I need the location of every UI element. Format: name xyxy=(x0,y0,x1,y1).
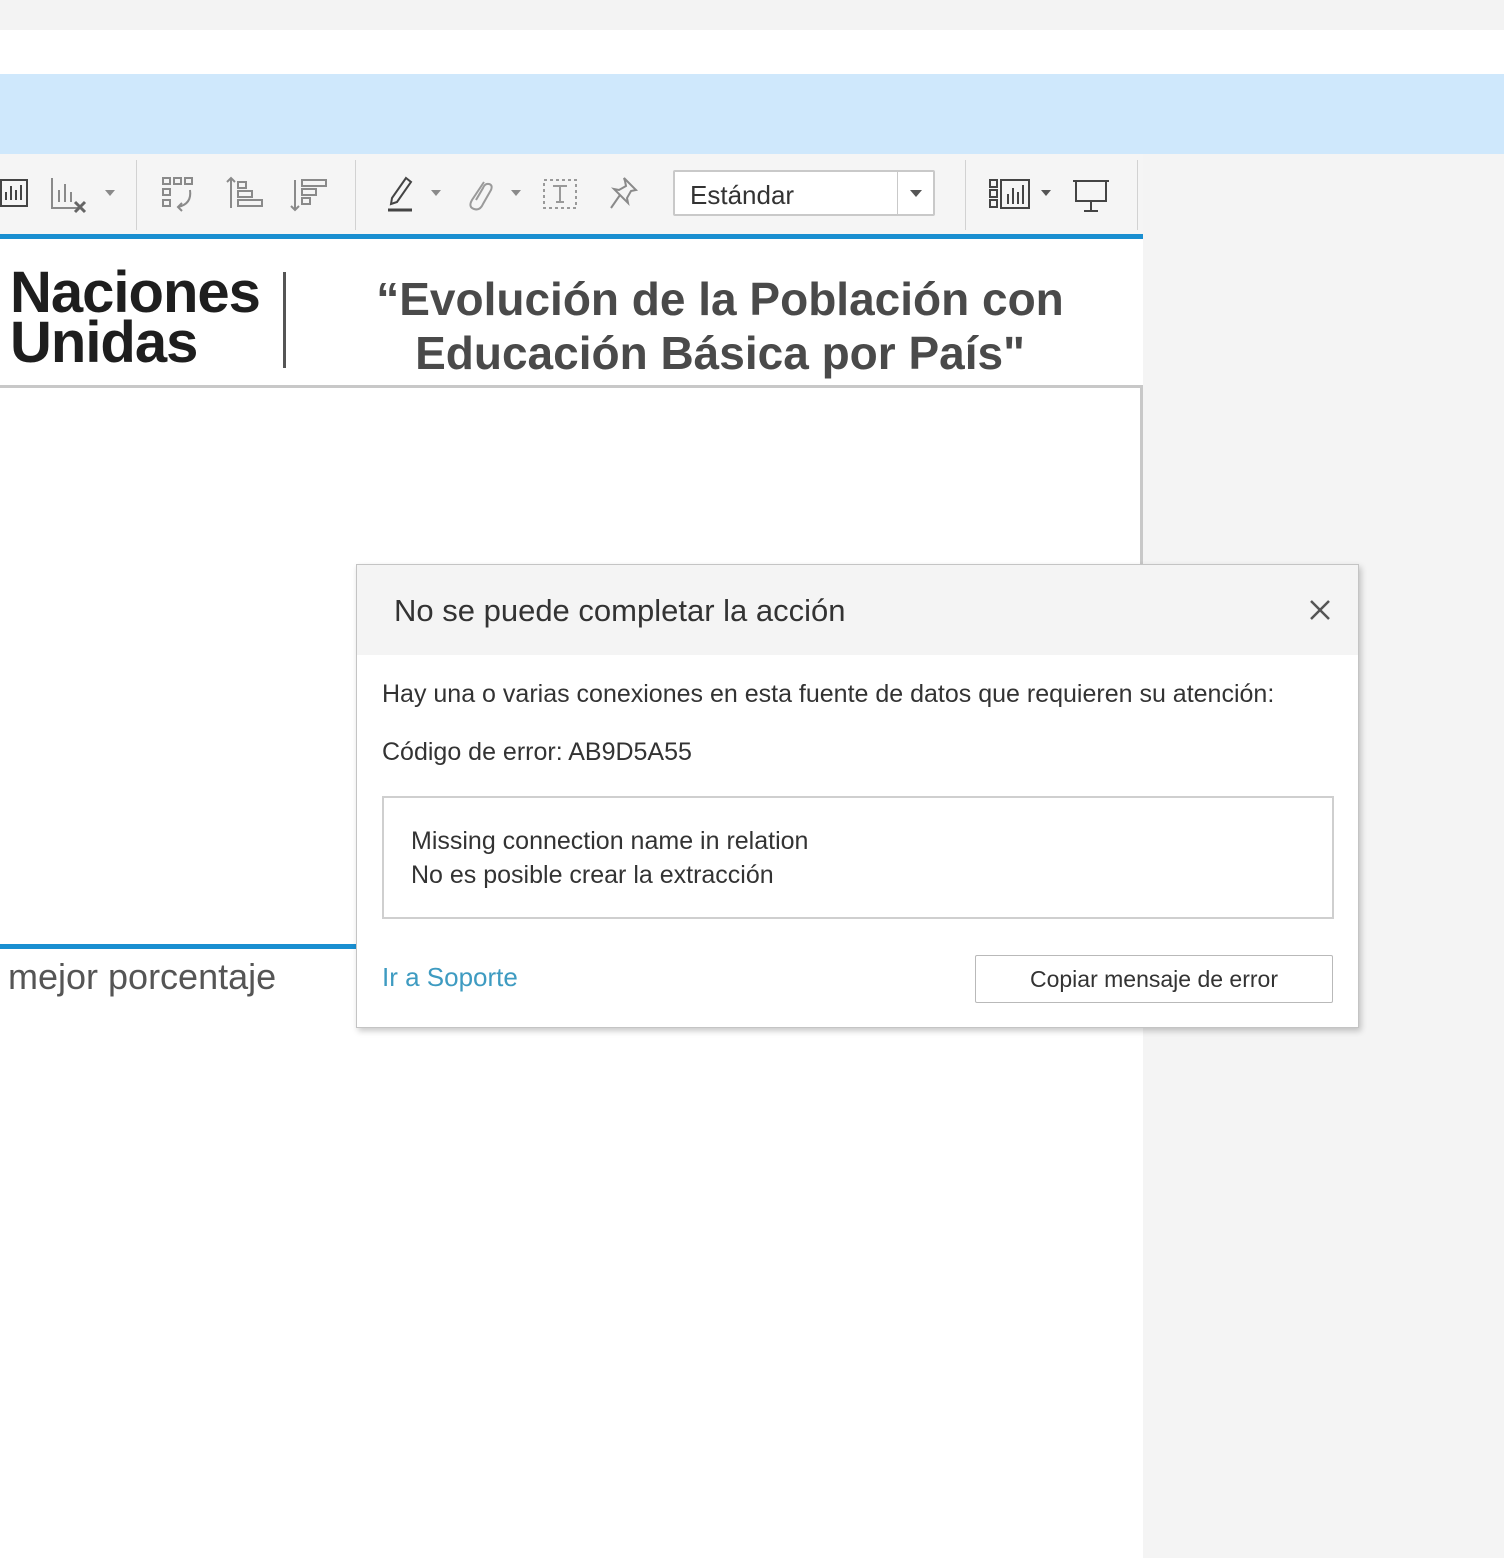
toolbar-separator xyxy=(136,160,137,230)
window-top-strip xyxy=(0,0,1504,30)
mark-type-dropdown[interactable]: Estándar xyxy=(673,170,935,216)
error-detail-line: Missing connection name in relation xyxy=(411,827,809,855)
toolbar-separator xyxy=(355,160,356,230)
logo-line-2: Unidas xyxy=(10,310,198,375)
chevron-down-icon[interactable] xyxy=(431,190,441,196)
dialog-title: No se puede completar la acción xyxy=(394,593,846,628)
menu-area xyxy=(0,30,1504,74)
dashboard-title: “Evolución de la Población con Educación… xyxy=(330,272,1110,380)
error-detail-line: No es posible crear la extracción xyxy=(411,861,774,889)
content-border xyxy=(1140,388,1143,568)
show-mark-labels-icon[interactable] xyxy=(0,174,30,214)
dialog-message: Hay una o varias conexiones en esta fuen… xyxy=(382,680,1275,708)
chevron-down-icon[interactable] xyxy=(897,172,933,214)
show-labels-icon[interactable] xyxy=(542,174,580,214)
group-members-icon[interactable] xyxy=(462,174,496,214)
chevron-down-icon[interactable] xyxy=(1041,190,1051,196)
show-me-icon[interactable] xyxy=(988,174,1032,214)
highlight-icon[interactable] xyxy=(384,174,418,214)
support-link[interactable]: Ir a Soporte xyxy=(382,962,518,993)
copy-error-button[interactable]: Copiar mensaje de error xyxy=(975,955,1333,1003)
error-details-box: Missing connection name in relation No e… xyxy=(382,796,1334,919)
error-code-label: Código de error: xyxy=(382,738,569,766)
error-dialog: No se puede completar la acción Hay una … xyxy=(356,564,1359,1028)
swap-rows-columns-icon[interactable] xyxy=(160,174,200,214)
error-code: Código de error: AB9D5A55 xyxy=(382,738,692,767)
mark-type-value: Estándar xyxy=(690,180,795,210)
title-line-2: Educación Básica por País" xyxy=(415,327,1025,379)
fix-axes-icon[interactable] xyxy=(606,174,642,214)
chevron-down-icon[interactable] xyxy=(105,190,115,196)
logo-divider xyxy=(283,272,286,368)
title-band xyxy=(0,74,1504,154)
sort-descending-icon[interactable] xyxy=(288,174,330,214)
section-subtitle: mejor porcentaje xyxy=(8,956,277,997)
un-logo: Naciones Unidas xyxy=(10,264,261,375)
sort-ascending-icon[interactable] xyxy=(224,174,266,214)
chevron-down-icon[interactable] xyxy=(511,190,521,196)
clear-sheet-icon[interactable] xyxy=(48,174,90,214)
presentation-mode-icon[interactable] xyxy=(1070,174,1112,214)
section-accent-line xyxy=(0,944,357,949)
toolbar-separator xyxy=(965,160,966,230)
error-code-value: AB9D5A55 xyxy=(568,738,692,766)
toolbar-separator xyxy=(1137,160,1138,230)
title-line-1: “Evolución de la Población con xyxy=(376,273,1064,325)
close-icon[interactable] xyxy=(1303,593,1337,627)
